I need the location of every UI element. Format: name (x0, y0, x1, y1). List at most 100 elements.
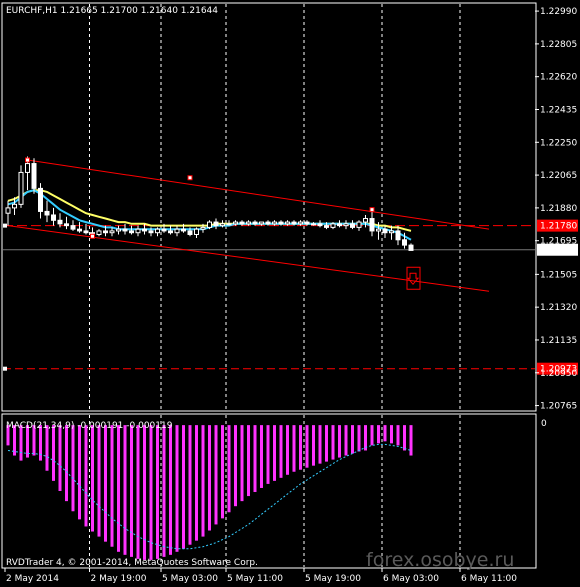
candle-bull (285, 221, 290, 225)
macd-histogram-bar (396, 425, 400, 446)
macd-histogram-bar (312, 425, 315, 466)
macd-histogram-bar (299, 425, 302, 470)
candle-bear (31, 163, 37, 189)
candle-bear (382, 228, 388, 234)
macd-histogram-bar (344, 425, 348, 456)
candle-bear (122, 228, 128, 232)
current-price-label: 1.21644 (540, 246, 577, 256)
macd-histogram-bar (123, 425, 127, 555)
copyright-text: RVDTrader 4, © 2001-2014, MetaQuotes Sof… (6, 558, 258, 568)
ohlc-label: 1.21665 1.21700 1.21640 1.21644 (61, 6, 219, 16)
candle-bear (304, 221, 310, 225)
candle-bull (311, 223, 316, 226)
macd-histogram-bar (97, 425, 101, 537)
macd-histogram-bar (273, 425, 276, 481)
candle-bear (38, 187, 43, 212)
candle-bull (155, 228, 160, 234)
price-tick-label: 1.22435 (540, 105, 577, 115)
candle-bear (317, 223, 323, 227)
price-tick-label: 1.21880 (540, 204, 577, 214)
macd-histogram-bar (71, 425, 75, 512)
macd-label: MACD(21,34,9) -0.000191 -0.000119 (6, 421, 173, 431)
candle-bear (64, 223, 69, 227)
macd-zero-label: 0 (541, 419, 547, 429)
candle-bear (291, 221, 297, 225)
macd-histogram-bar (78, 425, 81, 520)
candle-bull (200, 226, 206, 230)
price-tick-label: 1.21505 (540, 270, 577, 280)
price-tick-label: 1.22065 (540, 171, 577, 181)
macd-histogram-bar (279, 425, 283, 478)
candle-bear (239, 221, 245, 225)
candle-bull (226, 223, 232, 226)
candle-bull (25, 163, 30, 173)
candle-bull (246, 221, 251, 225)
macd-histogram-bar (84, 425, 88, 527)
macd-histogram-bar (234, 425, 237, 507)
candle-bull (109, 230, 115, 234)
candle-bull (12, 203, 17, 209)
candle-bear (161, 228, 167, 232)
macd-histogram-bar (357, 425, 361, 452)
macd-histogram-bar (104, 425, 107, 542)
candle-bull (330, 223, 336, 228)
macd-histogram-bar (91, 425, 94, 532)
candle-bear (168, 230, 173, 234)
candle-bull (5, 207, 11, 214)
price-tick-label: 1.22990 (540, 7, 577, 17)
candle-bull (96, 230, 102, 235)
candle-bear (83, 230, 89, 234)
candle-bull (233, 221, 238, 225)
macd-histogram-bar (286, 425, 289, 475)
macd-histogram-bar (351, 425, 354, 454)
macd-histogram-bar (130, 425, 133, 557)
candle-bear (337, 223, 342, 227)
macd-histogram-bar (182, 425, 185, 549)
macd-histogram-bar (377, 425, 380, 444)
candle-bull (174, 228, 180, 234)
candle-bear (408, 244, 414, 251)
candle-bull (194, 228, 199, 235)
price-tick-label: 1.21320 (540, 303, 577, 313)
macd-histogram-bar (175, 425, 179, 552)
candle-bear (103, 230, 108, 234)
macd-histogram-bar (305, 425, 309, 468)
swing-marker (187, 175, 193, 181)
candle-bull (18, 171, 24, 205)
candle-bear (350, 223, 355, 228)
macd-histogram-bar (253, 425, 257, 493)
macd-histogram-bar (52, 425, 55, 481)
macd-histogram-bar (136, 425, 140, 559)
candle-bull (356, 221, 362, 228)
price-tick-label: 1.21135 (540, 336, 577, 346)
candle-bear (252, 221, 258, 225)
macd-histogram-bar (227, 425, 231, 513)
macd-histogram-bar (331, 425, 335, 460)
forex-chart: 1.217801.209731.21644 1.229901.228051.22… (0, 0, 580, 587)
symbol-label: EURCHF,H1 (6, 6, 58, 16)
candle-bull (116, 228, 121, 232)
macd-histogram-bar (370, 425, 374, 446)
candle-bull (207, 221, 212, 228)
time-tick-label: 5 May 11:00 (227, 574, 283, 584)
swing-marker (369, 207, 375, 213)
candle-bear (395, 230, 401, 241)
candle-bull (272, 221, 277, 225)
macd-histogram-bar (240, 425, 244, 502)
macd-histogram-bar (169, 425, 172, 555)
macd-histogram-bar (149, 425, 153, 560)
candle-bear (148, 230, 154, 234)
candle-bear (70, 225, 76, 230)
macd-histogram-bar (214, 425, 218, 525)
price-tick-label: 1.20950 (540, 369, 577, 379)
macd-histogram-bar (162, 425, 166, 557)
candle-bear (51, 214, 56, 221)
price-tick-label: 1.20765 (540, 402, 577, 412)
level-label: 1.21780 (540, 222, 577, 232)
candle-bull (389, 230, 394, 234)
candle-bear (57, 219, 63, 225)
macd-histogram-bar (266, 425, 270, 484)
candle-bear (369, 218, 375, 232)
macd-histogram-bar (403, 425, 406, 451)
macd-histogram-bar (383, 425, 387, 442)
